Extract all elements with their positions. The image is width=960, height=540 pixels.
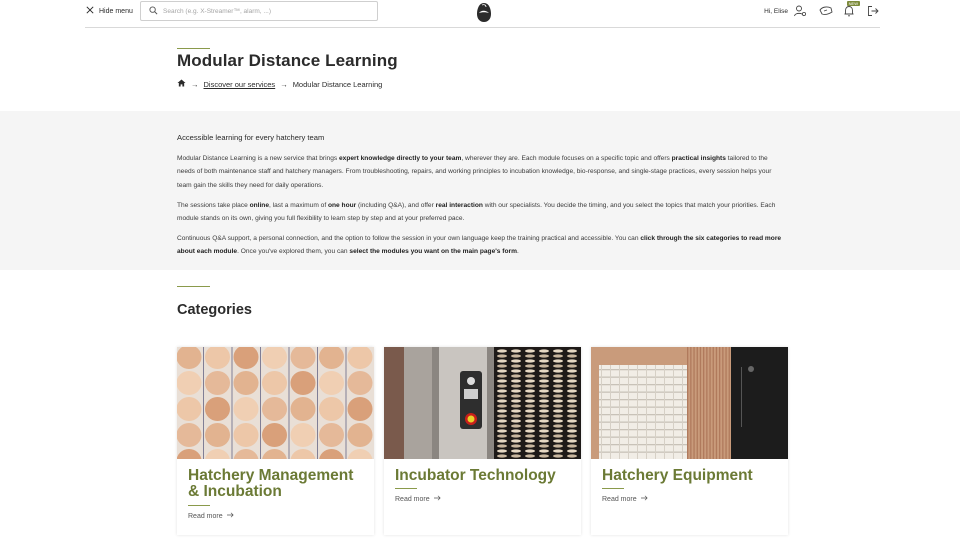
category-card-hatchery-management[interactable]: Hatchery Management & Incubation Read mo… bbox=[177, 347, 374, 535]
category-card-hatchery-equipment[interactable]: Hatchery Equipment Read more bbox=[591, 347, 788, 535]
support-hand-icon[interactable] bbox=[819, 4, 833, 18]
notification-bell-icon[interactable]: NEW bbox=[842, 1, 860, 18]
intro-lead: Accessible learning for every hatchery t… bbox=[177, 133, 325, 142]
egg-trolley-image bbox=[591, 347, 788, 459]
intro-section: Accessible learning for every hatchery t… bbox=[0, 111, 960, 270]
brand-logo[interactable] bbox=[474, 1, 494, 23]
category-card-title[interactable]: Hatchery Management & Incubation bbox=[188, 468, 368, 500]
card-accent-rule bbox=[602, 488, 624, 489]
arrow-right-icon bbox=[433, 495, 441, 503]
title-accent-rule bbox=[177, 48, 210, 49]
intro-paragraph-2: The sessions take place online, last a m… bbox=[177, 201, 776, 223]
search-box[interactable] bbox=[140, 1, 378, 21]
breadcrumb-arrow-icon: → bbox=[191, 79, 199, 89]
hide-menu-button[interactable]: Hide menu bbox=[86, 6, 133, 16]
incubator-control-panel-image bbox=[384, 347, 581, 459]
search-input[interactable] bbox=[163, 7, 363, 15]
eggs-tray-image bbox=[177, 347, 374, 459]
search-icon bbox=[149, 2, 158, 20]
close-icon bbox=[86, 6, 94, 16]
breadcrumb-arrow-icon: → bbox=[280, 79, 288, 89]
read-more-label: Read more bbox=[188, 512, 223, 520]
category-card-title[interactable]: Incubator Technology bbox=[395, 468, 575, 484]
user-greeting: Hi, Elise bbox=[764, 7, 788, 15]
notification-badge: NEW bbox=[846, 1, 860, 6]
home-icon[interactable] bbox=[177, 79, 186, 89]
breadcrumb-current: Modular Distance Learning bbox=[292, 79, 383, 89]
arrow-right-icon bbox=[640, 495, 648, 503]
page-title: Modular Distance Learning bbox=[177, 51, 398, 70]
category-card-incubator-technology[interactable]: Incubator Technology Read more bbox=[384, 347, 581, 535]
intro-paragraph-3: Continuous Q&A support, a personal conne… bbox=[177, 235, 782, 256]
categories-heading: Categories bbox=[177, 302, 252, 318]
read-more-label: Read more bbox=[395, 495, 430, 503]
hide-menu-label: Hide menu bbox=[99, 7, 133, 15]
intro-paragraph-1: Modular Distance Learning is a new servi… bbox=[177, 155, 772, 189]
breadcrumb: → Discover our services → Modular Distan… bbox=[177, 79, 382, 89]
logout-icon[interactable] bbox=[866, 4, 880, 18]
top-bar: Hide menu Hi, Elise NEW bbox=[85, 0, 880, 28]
read-more-link[interactable]: Read more bbox=[395, 495, 441, 503]
arrow-right-icon bbox=[226, 512, 234, 520]
breadcrumb-link-services[interactable]: Discover our services bbox=[204, 80, 276, 89]
card-accent-rule bbox=[188, 505, 210, 506]
read-more-link[interactable]: Read more bbox=[602, 495, 648, 503]
user-settings-icon[interactable] bbox=[793, 4, 807, 18]
categories-accent-rule bbox=[177, 286, 210, 287]
read-more-label: Read more bbox=[602, 495, 637, 503]
user-area: Hi, Elise NEW bbox=[764, 1, 880, 18]
read-more-link[interactable]: Read more bbox=[188, 512, 234, 520]
category-card-title[interactable]: Hatchery Equipment bbox=[602, 468, 782, 484]
card-accent-rule bbox=[395, 488, 417, 489]
